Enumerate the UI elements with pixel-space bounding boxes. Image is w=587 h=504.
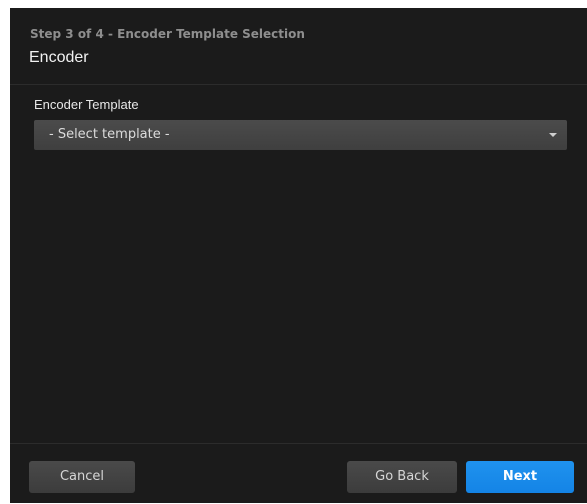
dialog-footer: Cancel Go Back Next: [10, 443, 587, 504]
wizard-dialog: Step 3 of 4 - Encoder Template Selection…: [10, 8, 587, 503]
cancel-button[interactable]: Cancel: [29, 461, 135, 493]
next-button[interactable]: Next: [466, 461, 574, 493]
step-indicator: Step 3 of 4 - Encoder Template Selection: [30, 27, 305, 41]
encoder-template-selected-value: - Select template -: [49, 127, 170, 142]
go-back-button[interactable]: Go Back: [347, 461, 457, 493]
dialog-header: Step 3 of 4 - Encoder Template Selection…: [10, 8, 587, 85]
encoder-template-select[interactable]: - Select template -: [34, 120, 567, 150]
caret-down-icon: [549, 133, 557, 137]
encoder-template-label: Encoder Template: [34, 97, 139, 112]
dialog-title: Encoder: [29, 49, 89, 66]
dialog-content: Encoder Template - Select template -: [10, 85, 587, 443]
